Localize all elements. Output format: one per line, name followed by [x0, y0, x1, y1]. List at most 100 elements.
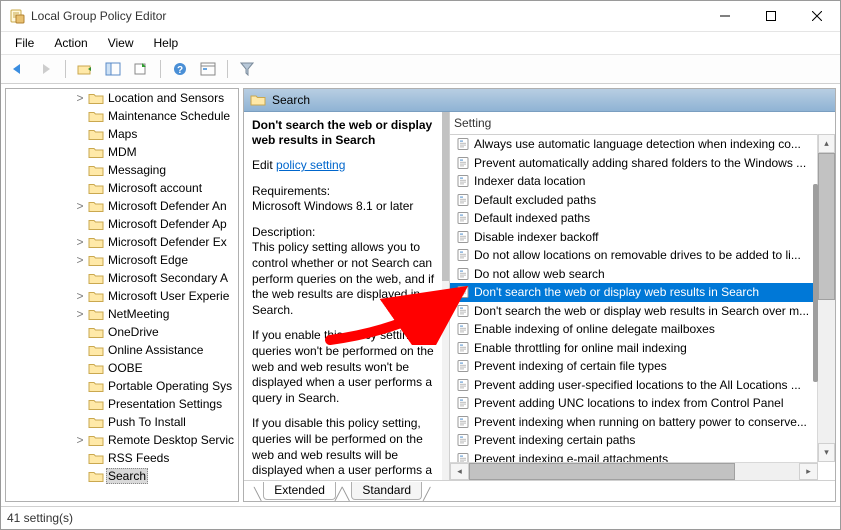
tab-extended[interactable]: Extended: [263, 482, 336, 500]
setting-row[interactable]: Indexer data location: [450, 172, 818, 191]
chevron-right-icon[interactable]: >: [74, 253, 86, 267]
menu-view[interactable]: View: [98, 34, 144, 52]
menu-file[interactable]: File: [5, 34, 44, 52]
chevron-right-icon[interactable]: >: [74, 91, 86, 105]
scroll-down-button[interactable]: ▾: [818, 443, 835, 462]
chevron-right-icon[interactable]: >: [74, 433, 86, 447]
tree-scroll[interactable]: >Location and Sensors›Maintenance Schedu…: [6, 89, 238, 501]
setting-row[interactable]: Prevent indexing certain paths: [450, 431, 818, 450]
right-edge-thick-scroller[interactable]: [813, 184, 818, 382]
setting-row[interactable]: Prevent adding UNC locations to index fr…: [450, 394, 818, 413]
up-folder-button[interactable]: [72, 57, 98, 81]
tree-node-microsoft-defender-ex[interactable]: > Microsoft Defender Ex: [6, 233, 238, 251]
setting-label: Disable indexer backoff: [474, 230, 599, 244]
tree-node-maps[interactable]: ›Maps: [6, 125, 238, 143]
setting-row[interactable]: Default excluded paths: [450, 191, 818, 210]
policy-icon: [456, 322, 470, 336]
tab-standard[interactable]: Standard: [351, 482, 422, 500]
setting-row[interactable]: Enable indexing of online delegate mailb…: [450, 320, 818, 339]
tree-node-label: Microsoft Secondary A: [106, 271, 230, 285]
setting-row[interactable]: Don't search the web or display web resu…: [450, 302, 818, 321]
tree-node-label: MDM: [106, 145, 139, 159]
back-button[interactable]: [5, 57, 31, 81]
folder-icon: [88, 254, 104, 267]
setting-row[interactable]: Default indexed paths: [450, 209, 818, 228]
scroll-right-button[interactable]: ▸: [799, 463, 818, 480]
chevron-right-icon[interactable]: >: [74, 289, 86, 303]
show-tree-button[interactable]: [100, 57, 126, 81]
scroll-left-button[interactable]: ◂: [450, 463, 469, 480]
tree-node-location-and-sensors[interactable]: >Location and Sensors: [6, 89, 238, 107]
toolbar: ?: [1, 54, 840, 84]
chevron-right-icon[interactable]: >: [74, 235, 86, 249]
maximize-button[interactable]: [748, 1, 794, 31]
tree-node-oobe[interactable]: ›OOBE: [6, 359, 238, 377]
toolbar-separator: [65, 60, 66, 78]
tree-node-rss-feeds[interactable]: ›RSS Feeds: [6, 449, 238, 467]
menu-action[interactable]: Action: [44, 34, 97, 52]
tree-node-onedrive[interactable]: ›OneDrive: [6, 323, 238, 341]
pane-body: Don't search the web or display web resu…: [244, 112, 835, 480]
setting-label: Indexer data location: [474, 174, 585, 188]
setting-label: Enable indexing of online delegate mailb…: [474, 322, 715, 336]
tree-node-messaging[interactable]: ›Messaging: [6, 161, 238, 179]
setting-row[interactable]: Prevent indexing e-mail attachments: [450, 450, 818, 464]
tree-node-microsoft-edge[interactable]: >Microsoft Edge: [6, 251, 238, 269]
tree-node-label: Remote Desktop Servic: [106, 433, 236, 447]
menubar: File Action View Help: [1, 31, 840, 54]
close-button[interactable]: [794, 1, 840, 31]
tree-node-online-assistance[interactable]: ›Online Assistance: [6, 341, 238, 359]
setting-row[interactable]: Disable indexer backoff: [450, 228, 818, 247]
setting-row[interactable]: Prevent indexing of certain file types: [450, 357, 818, 376]
tree-node-label: Microsoft User Experie: [106, 289, 231, 303]
horizontal-scrollbar[interactable]: ◂ ▸: [450, 462, 818, 480]
vertical-scrollbar[interactable]: ▴ ▾: [817, 134, 835, 462]
setting-row[interactable]: Don't search the web or display web resu…: [450, 283, 818, 302]
desc-scrollbar[interactable]: [442, 112, 449, 480]
setting-row[interactable]: Prevent adding user-specified locations …: [450, 376, 818, 395]
tree-node-maintenance-schedule[interactable]: ›Maintenance Schedule: [6, 107, 238, 125]
chevron-right-icon[interactable]: >: [74, 199, 86, 213]
folder-icon: [88, 200, 104, 213]
chevron-right-icon[interactable]: >: [74, 307, 86, 321]
folder-icon: [88, 470, 104, 483]
menu-help[interactable]: Help: [144, 34, 189, 52]
tree-node-portable-operating-sys[interactable]: ›Portable Operating Sys: [6, 377, 238, 395]
help-button[interactable]: ?: [167, 57, 193, 81]
tree-node-label: Online Assistance: [106, 343, 205, 357]
tree-node-microsoft-account[interactable]: ›Microsoft account: [6, 179, 238, 197]
tree-node-microsoft-user-experie[interactable]: > Microsoft User Experie: [6, 287, 238, 305]
forward-button[interactable]: [33, 57, 59, 81]
tree-node-microsoft-defender-an[interactable]: >Microsoft Defender An: [6, 197, 238, 215]
toolbar-separator: [227, 60, 228, 78]
tree-node-mdm[interactable]: ›MDM: [6, 143, 238, 161]
tree-node-presentation-settings[interactable]: ›Presentation Settings: [6, 395, 238, 413]
settings-header[interactable]: Setting: [450, 112, 835, 135]
tree-node-remote-desktop-servic[interactable]: > Remote Desktop Servic: [6, 431, 238, 449]
setting-row[interactable]: Prevent indexing when running on battery…: [450, 413, 818, 432]
statusbar: 41 setting(s): [1, 506, 840, 529]
properties-button[interactable]: [195, 57, 221, 81]
export-button[interactable]: [128, 57, 154, 81]
svg-text:?: ?: [177, 65, 183, 76]
tree-node-netmeeting[interactable]: >NetMeeting: [6, 305, 238, 323]
tree-node-label: Microsoft Defender Ap: [106, 217, 229, 231]
settings-list[interactable]: Always use automatic language detection …: [450, 135, 818, 463]
setting-row[interactable]: Do not allow web search: [450, 265, 818, 284]
tree-node-label: OOBE: [106, 361, 145, 375]
setting-row[interactable]: Enable throttling for online mail indexi…: [450, 339, 818, 358]
setting-row[interactable]: Always use automatic language detection …: [450, 135, 818, 154]
minimize-button[interactable]: [702, 1, 748, 31]
tree-node-search[interactable]: ›Search: [6, 467, 238, 485]
setting-row[interactable]: Do not allow locations on removable driv…: [450, 246, 818, 265]
tree-node-label: Microsoft Defender Ex: [106, 235, 229, 249]
folder-icon: [88, 452, 104, 465]
policy-icon: [456, 230, 470, 244]
tree-node-microsoft-defender-ap[interactable]: ›Microsoft Defender Ap: [6, 215, 238, 233]
edit-policy-link[interactable]: policy setting: [276, 158, 345, 172]
tree-node-push-to-install[interactable]: ›Push To Install: [6, 413, 238, 431]
setting-row[interactable]: Prevent automatically adding shared fold…: [450, 154, 818, 173]
tree-node-microsoft-secondary-a[interactable]: ›Microsoft Secondary A: [6, 269, 238, 287]
scroll-up-button[interactable]: ▴: [818, 134, 835, 153]
filter-button[interactable]: [234, 57, 260, 81]
